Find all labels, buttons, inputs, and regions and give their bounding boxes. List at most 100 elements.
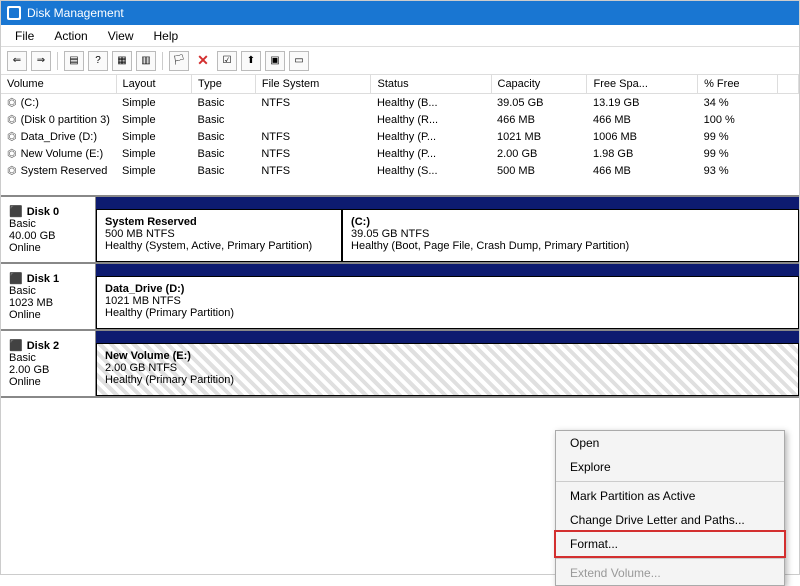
col-status[interactable]: Status bbox=[371, 75, 491, 94]
ctx-format[interactable]: Format... bbox=[556, 532, 784, 556]
context-menu: Open Explore Mark Partition as Active Ch… bbox=[555, 430, 785, 586]
cell-type: Basic bbox=[192, 145, 256, 162]
ctx-extend[interactable]: Extend Volume... bbox=[556, 561, 784, 585]
col-file-system[interactable]: File System bbox=[255, 75, 371, 94]
toolbar-icon-8[interactable]: ▭ bbox=[289, 51, 309, 71]
cell-layout: Simple bbox=[116, 128, 192, 145]
cell-layout: Simple bbox=[116, 111, 192, 128]
disk-stripe bbox=[96, 331, 799, 343]
disk-row: Disk 1Basic1023 MBOnlineData_Drive (D:)1… bbox=[1, 264, 799, 331]
app-icon bbox=[7, 6, 21, 20]
cell-type: Basic bbox=[192, 162, 256, 179]
col-type[interactable]: Type bbox=[192, 75, 256, 94]
cell-pct: 99 % bbox=[698, 128, 778, 145]
cell-fs: NTFS bbox=[255, 128, 371, 145]
disk-label[interactable]: Disk 1Basic1023 MBOnline bbox=[1, 264, 96, 329]
cell-name: Data_Drive (D:) bbox=[1, 128, 116, 145]
menu-file[interactable]: File bbox=[5, 27, 44, 45]
partition[interactable]: Data_Drive (D:)1021 MB NTFSHealthy (Prim… bbox=[96, 276, 799, 329]
title-bar: Disk Management bbox=[1, 1, 799, 25]
disk-label[interactable]: Disk 0Basic40.00 GBOnline bbox=[1, 197, 96, 262]
menu-help[interactable]: Help bbox=[144, 27, 189, 45]
toolbar-separator bbox=[162, 52, 163, 70]
col-layout[interactable]: Layout bbox=[116, 75, 192, 94]
cell-status: Healthy (R... bbox=[371, 111, 491, 128]
cell-free: 1006 MB bbox=[587, 128, 698, 145]
disk-row: Disk 2Basic2.00 GBOnlineNew Volume (E:)2… bbox=[1, 331, 799, 398]
toolbar-icon-1[interactable]: ▤ bbox=[64, 51, 84, 71]
cell-fs: NTFS bbox=[255, 145, 371, 162]
partition[interactable]: (C:)39.05 GB NTFSHealthy (Boot, Page Fil… bbox=[342, 209, 799, 262]
cell-name: (Disk 0 partition 3) bbox=[1, 111, 116, 128]
cell-status: Healthy (P... bbox=[371, 128, 491, 145]
cell-free: 466 MB bbox=[587, 162, 698, 179]
cell-status: Healthy (S... bbox=[371, 162, 491, 179]
toolbar-icon-2[interactable]: ▦ bbox=[112, 51, 132, 71]
cell-type: Basic bbox=[192, 111, 256, 128]
disk-stripe bbox=[96, 264, 799, 276]
disk-label[interactable]: Disk 2Basic2.00 GBOnline bbox=[1, 331, 96, 396]
volume-row[interactable]: (Disk 0 partition 3)SimpleBasic Healthy (… bbox=[1, 111, 799, 128]
cell-layout: Simple bbox=[116, 94, 192, 112]
cell-fs bbox=[255, 111, 371, 128]
menu-bar: File Action View Help bbox=[1, 25, 799, 47]
cell-pct: 99 % bbox=[698, 145, 778, 162]
cell-status: Healthy (P... bbox=[371, 145, 491, 162]
cell-status: Healthy (B... bbox=[371, 94, 491, 112]
cell-layout: Simple bbox=[116, 145, 192, 162]
ctx-separator bbox=[556, 481, 784, 482]
cell-pct: 100 % bbox=[698, 111, 778, 128]
cell-type: Basic bbox=[192, 128, 256, 145]
cell-name: (C:) bbox=[1, 94, 116, 112]
ctx-separator bbox=[556, 558, 784, 559]
cell-free: 466 MB bbox=[587, 111, 698, 128]
volume-row[interactable]: Data_Drive (D:)SimpleBasicNTFSHealthy (P… bbox=[1, 128, 799, 145]
partition[interactable]: New Volume (E:)2.00 GB NTFSHealthy (Prim… bbox=[96, 343, 799, 396]
cell-cap: 466 MB bbox=[491, 111, 587, 128]
cell-type: Basic bbox=[192, 94, 256, 112]
cell-cap: 2.00 GB bbox=[491, 145, 587, 162]
disk-stripe bbox=[96, 197, 799, 209]
col-volume[interactable]: Volume bbox=[1, 75, 116, 94]
volume-table: VolumeLayoutTypeFile SystemStatusCapacit… bbox=[1, 75, 799, 179]
cell-free: 13.19 GB bbox=[587, 94, 698, 112]
toolbar-separator bbox=[57, 52, 58, 70]
cell-cap: 39.05 GB bbox=[491, 94, 587, 112]
col-capacity[interactable]: Capacity bbox=[491, 75, 587, 94]
cell-free: 1.98 GB bbox=[587, 145, 698, 162]
cell-fs: NTFS bbox=[255, 94, 371, 112]
menu-view[interactable]: View bbox=[98, 27, 144, 45]
cell-name: New Volume (E:) bbox=[1, 145, 116, 162]
toolbar-icon-6[interactable]: ⬆ bbox=[241, 51, 261, 71]
cell-cap: 500 MB bbox=[491, 162, 587, 179]
menu-action[interactable]: Action bbox=[44, 27, 97, 45]
volume-row[interactable]: System ReservedSimpleBasicNTFSHealthy (S… bbox=[1, 162, 799, 179]
col--free[interactable]: % Free bbox=[698, 75, 778, 94]
cell-pct: 93 % bbox=[698, 162, 778, 179]
toolbar-icon-7[interactable]: ▣ bbox=[265, 51, 285, 71]
cell-layout: Simple bbox=[116, 162, 192, 179]
delete-icon[interactable]: ✕ bbox=[193, 51, 213, 71]
cell-name: System Reserved bbox=[1, 162, 116, 179]
ctx-open[interactable]: Open bbox=[556, 431, 784, 455]
disk-map: Disk 0Basic40.00 GBOnlineSystem Reserved… bbox=[1, 195, 799, 398]
toolbar-icon-4[interactable]: 🏳 bbox=[169, 51, 189, 71]
partition[interactable]: System Reserved500 MB NTFSHealthy (Syste… bbox=[96, 209, 342, 262]
ctx-change-letter[interactable]: Change Drive Letter and Paths... bbox=[556, 508, 784, 532]
cell-cap: 1021 MB bbox=[491, 128, 587, 145]
toolbar-icon-3[interactable]: ▥ bbox=[136, 51, 156, 71]
forward-button[interactable]: ⇒ bbox=[31, 51, 51, 71]
cell-fs: NTFS bbox=[255, 162, 371, 179]
help-icon[interactable]: ? bbox=[88, 51, 108, 71]
volume-row[interactable]: (C:)SimpleBasicNTFSHealthy (B...39.05 GB… bbox=[1, 94, 799, 112]
toolbar: ⇐ ⇒ ▤ ? ▦ ▥ 🏳 ✕ ☑ ⬆ ▣ ▭ bbox=[1, 47, 799, 75]
app-title: Disk Management bbox=[27, 6, 124, 20]
volume-row[interactable]: New Volume (E:)SimpleBasicNTFSHealthy (P… bbox=[1, 145, 799, 162]
col-free-spa-[interactable]: Free Spa... bbox=[587, 75, 698, 94]
ctx-mark-active[interactable]: Mark Partition as Active bbox=[556, 484, 784, 508]
cell-pct: 34 % bbox=[698, 94, 778, 112]
ctx-explore[interactable]: Explore bbox=[556, 455, 784, 479]
disk-row: Disk 0Basic40.00 GBOnlineSystem Reserved… bbox=[1, 197, 799, 264]
back-button[interactable]: ⇐ bbox=[7, 51, 27, 71]
toolbar-icon-5[interactable]: ☑ bbox=[217, 51, 237, 71]
